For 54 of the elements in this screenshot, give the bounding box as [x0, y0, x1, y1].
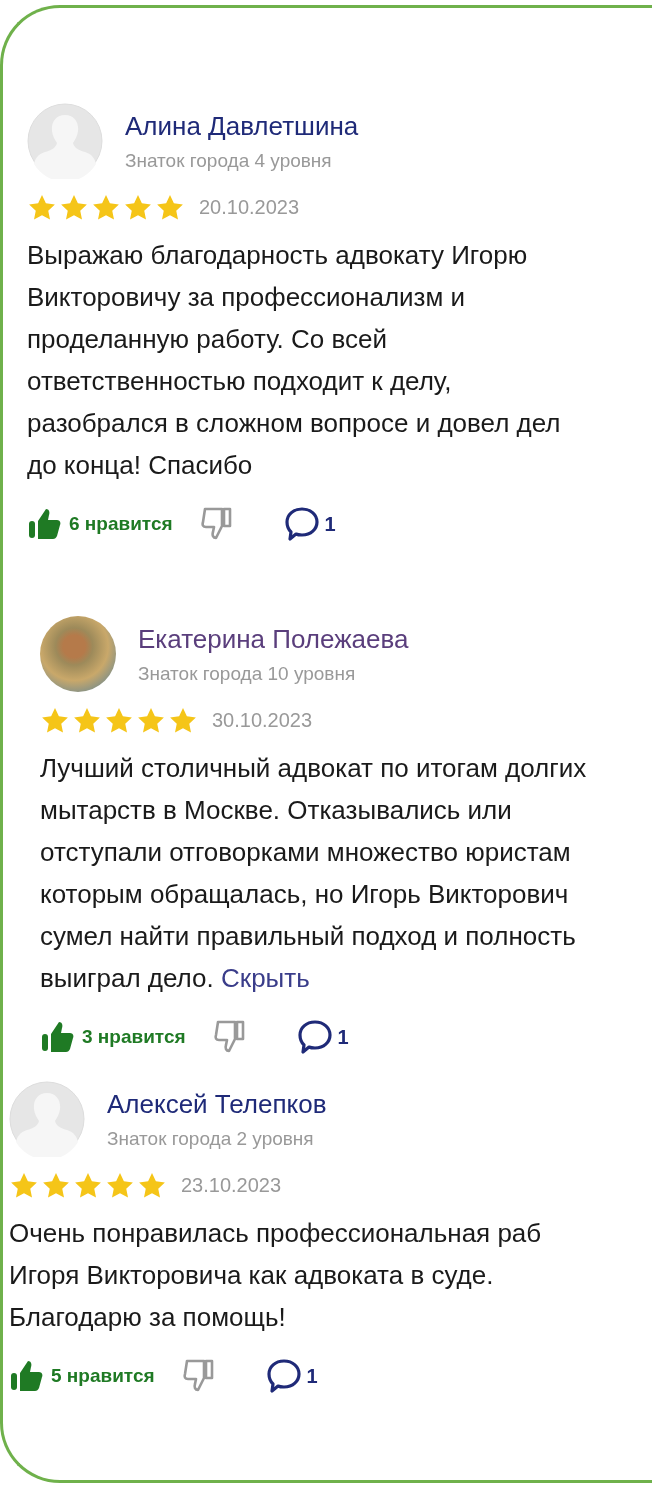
review-text: Благодарю за помощь!: [9, 1301, 286, 1334]
star-icon: [59, 193, 89, 222]
avatar-silhouette-icon: [9, 1081, 85, 1157]
review-text: сумел найти правильный подход и полность: [40, 920, 576, 953]
author-level: Знаток города 2 уровня: [107, 1127, 315, 1150]
review-text: Лучший столичный адвокат по итогам долгих: [40, 752, 587, 785]
thumbs-up-icon: [9, 1358, 45, 1394]
review-text: разобрался в сложном вопросе и довел дел: [27, 407, 561, 440]
star-icon: [40, 706, 70, 735]
review-date: 30.10.2023: [212, 709, 313, 732]
review-text: Викторовичу за профессионализм и: [27, 281, 466, 314]
comments-button[interactable]: 1: [295, 1018, 349, 1056]
star-icon: [73, 1171, 103, 1200]
star-icon: [104, 706, 134, 735]
thumbs-up-icon: [27, 506, 63, 542]
star-icon: [72, 706, 102, 735]
star-icon: [155, 193, 185, 222]
review-date: 20.10.2023: [199, 196, 300, 219]
star-icon: [105, 1171, 135, 1200]
star-icon: [136, 706, 166, 735]
review-text: проделанную работу. Со всей: [27, 323, 387, 356]
review-date: 23.10.2023: [181, 1174, 282, 1197]
like-button[interactable]: 3 нравится: [40, 1019, 186, 1055]
review-text: Игоря Викторовича как адвоката в суде.: [9, 1259, 494, 1292]
review-text: отступали отговорками множество юристам: [40, 836, 571, 869]
review-text: Выражаю благодарность адвокату Игорю: [27, 239, 528, 272]
review-text: ответственностью подходит к делу,: [27, 365, 452, 398]
author-name[interactable]: Екатерина Полежаева: [138, 623, 409, 655]
star-icon: [9, 1171, 39, 1200]
comments-button[interactable]: 1: [282, 505, 336, 543]
speech-bubble-icon: [264, 1357, 303, 1395]
author-level: Знаток города 10 уровня: [138, 662, 357, 685]
speech-bubble-icon: [282, 505, 321, 543]
star-icon: [137, 1171, 167, 1200]
thumbs-up-icon: [40, 1019, 76, 1055]
star-icon: [41, 1171, 71, 1200]
review-text: которым обращалась, но Игорь Викторович: [40, 878, 569, 911]
author-name[interactable]: Алина Давлетшина: [125, 110, 359, 142]
avatar-silhouette-icon: [27, 103, 103, 179]
review-text: до конца! Спасибо: [27, 449, 253, 482]
star-icon: [27, 193, 57, 222]
star-icon: [123, 193, 153, 222]
author-name[interactable]: Алексей Телепков: [107, 1088, 327, 1120]
speech-bubble-icon: [295, 1018, 334, 1056]
author-level: Знаток города 4 уровня: [125, 149, 333, 172]
star-icon: [91, 193, 121, 222]
like-button[interactable]: 6 нравится: [27, 506, 173, 542]
review-text: выиграл дело. Скрыть: [40, 962, 310, 995]
star-icon: [168, 706, 198, 735]
comments-button[interactable]: 1: [264, 1357, 318, 1395]
like-button[interactable]: 5 нравится: [9, 1358, 155, 1394]
review-text: мытарств в Москве. Отказывались или: [40, 794, 512, 827]
review-text: Очень понравилась профессиональная раб: [9, 1217, 542, 1250]
hide-link[interactable]: Скрыть: [221, 963, 310, 993]
